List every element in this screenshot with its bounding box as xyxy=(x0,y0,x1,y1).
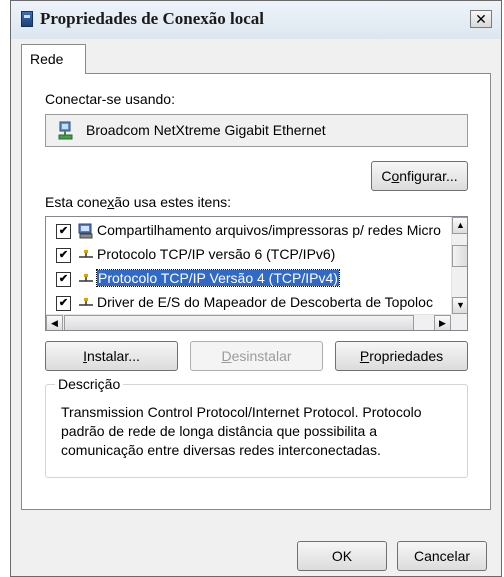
item-checkbox[interactable]: ✔ xyxy=(56,248,71,263)
configure-label-part: C xyxy=(381,168,392,184)
properties-button[interactable]: Propriedades xyxy=(335,341,468,371)
title-bar[interactable]: Propriedades de Conexão local ✕ xyxy=(11,1,501,39)
tab-label: Rede xyxy=(30,51,64,67)
close-icon: ✕ xyxy=(475,11,487,27)
vertical-scroll-thumb[interactable] xyxy=(452,245,467,267)
item-label: Protocolo TCP/IP Versão 4 (TCP/IPv4) xyxy=(96,269,340,287)
items-label-part: Esta cone xyxy=(45,194,108,210)
properties-label-accel: P xyxy=(359,348,370,364)
properties-label-rest: ropriedades xyxy=(369,348,444,364)
item-checkbox[interactable]: ✔ xyxy=(56,296,71,311)
items-label-rest: ão usa estes itens: xyxy=(114,194,232,210)
configure-button[interactable]: Configurar... xyxy=(371,161,468,191)
components-list[interactable]: ✔ Compartilhamento arquivos/impressoras … xyxy=(45,216,468,331)
dialog-window: Propriedades de Conexão local ✕ Rede Con… xyxy=(10,0,502,577)
network-connection-icon xyxy=(21,11,33,27)
configure-label-rest: nfigurar... xyxy=(399,168,458,184)
tab-rede[interactable]: Rede xyxy=(21,44,86,74)
item-checkbox[interactable]: ✔ xyxy=(56,272,71,287)
item-label: Driver de E/S do Mapeador de Descoberta … xyxy=(97,294,433,310)
scroll-right-icon[interactable]: ▶ xyxy=(434,315,451,330)
scroll-corner xyxy=(451,314,467,330)
horizontal-scrollbar[interactable]: ◀ ▶ xyxy=(46,314,451,330)
cancel-button[interactable]: Cancelar xyxy=(397,541,487,571)
scroll-left-icon[interactable]: ◀ xyxy=(46,315,63,330)
network-share-icon xyxy=(78,223,93,239)
uninstall-label-accel: D xyxy=(221,348,232,364)
list-item[interactable]: ✔ Compartilhamento arquivos/impressoras … xyxy=(46,219,452,243)
scroll-up-icon[interactable]: ▲ xyxy=(452,217,467,234)
install-button[interactable]: Instalar... xyxy=(45,341,178,371)
description-text: Transmission Control Protocol/Internet P… xyxy=(61,404,422,458)
adapter-name: Broadcom NetXtreme Gigabit Ethernet xyxy=(86,122,326,138)
window-title: Propriedades de Conexão local xyxy=(40,9,264,28)
install-label-rest: nstalar... xyxy=(86,348,140,364)
horizontal-scroll-thumb[interactable] xyxy=(64,315,414,330)
list-item-selected[interactable]: ✔ Protocolo TCP/IP Versão 4 (TCP/IPv4) xyxy=(46,267,452,291)
protocol-icon xyxy=(79,250,93,258)
ok-button[interactable]: OK xyxy=(297,541,387,571)
connect-using-label: Conectar-se usando: xyxy=(45,91,175,107)
uninstall-button: Desinstalar xyxy=(190,341,323,371)
item-label: Protocolo TCP/IP versão 6 (TCP/IPv6) xyxy=(97,246,336,262)
uninstall-label-rest: esinstalar xyxy=(231,348,292,364)
protocol-icon xyxy=(79,298,93,306)
description-legend: Descrição xyxy=(55,376,124,392)
item-label: Compartilhamento arquivos/impressoras p/… xyxy=(97,222,441,238)
item-checkbox[interactable]: ✔ xyxy=(56,224,71,239)
vertical-scrollbar[interactable]: ▲ ▼ xyxy=(451,217,467,314)
items-section-label: Esta conexão usa estes itens: xyxy=(45,194,231,210)
close-button[interactable]: ✕ xyxy=(470,10,492,28)
list-item[interactable]: ✔ Driver de E/S do Mapeador de Descobert… xyxy=(46,291,452,315)
network-adapter-icon xyxy=(58,121,73,140)
protocol-icon xyxy=(79,274,93,282)
adapter-display: Broadcom NetXtreme Gigabit Ethernet xyxy=(45,114,468,147)
list-item[interactable]: ✔ Protocolo TCP/IP versão 6 (TCP/IPv6) xyxy=(46,243,452,267)
scroll-down-icon[interactable]: ▼ xyxy=(452,297,467,314)
